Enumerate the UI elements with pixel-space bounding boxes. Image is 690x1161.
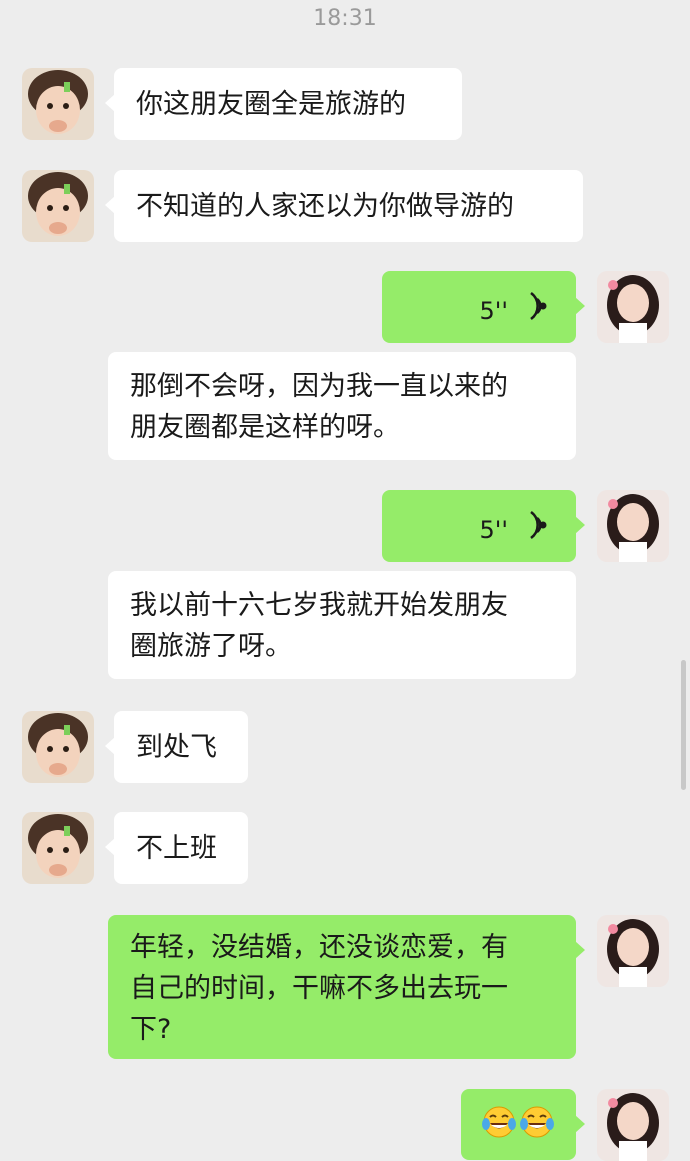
voice-message-bubble[interactable]: 5'' — [382, 271, 585, 343]
transcript-line: 朋友圈都是这样的呀。 — [130, 412, 400, 443]
message-line: 下? — [130, 1014, 172, 1045]
voice-message-bubble[interactable]: 5'' — [382, 490, 585, 562]
avatar-self[interactable] — [597, 490, 669, 562]
message-text: 你这朋友圈全是旅游的 — [136, 89, 406, 120]
avatar-self[interactable] — [597, 1089, 669, 1161]
status-time: 18:31 — [313, 6, 377, 31]
avatar-contact[interactable] — [22, 170, 94, 242]
message-text: 到处飞 — [136, 732, 217, 763]
voice-duration: 5'' — [479, 516, 508, 544]
voice-transcript: 那倒不会呀，因为我一直以来的 朋友圈都是这样的呀。 — [108, 352, 576, 460]
emoji-message-bubble[interactable] — [461, 1089, 585, 1160]
face-with-tears-of-joy-icon — [520, 1106, 554, 1138]
avatar-contact[interactable] — [22, 711, 94, 783]
message-line: 自己的时间，干嘛不多出去玩一 — [130, 973, 508, 1004]
message-bubble-received[interactable]: 你这朋友圈全是旅游的 — [105, 68, 462, 140]
avatar-contact[interactable] — [22, 812, 94, 884]
voice-duration: 5'' — [479, 297, 508, 325]
message-bubble-received[interactable]: 到处飞 — [105, 711, 248, 783]
avatar-self[interactable] — [597, 915, 669, 987]
message-text: 不上班 — [136, 833, 217, 864]
avatar-self[interactable] — [597, 271, 669, 343]
message-bubble-received[interactable]: 不上班 — [105, 812, 248, 884]
avatar-contact[interactable] — [22, 68, 94, 140]
voice-wave-icon — [530, 510, 547, 540]
scrollbar[interactable] — [681, 660, 686, 790]
voice-transcript: 我以前十六七岁我就开始发朋友 圈旅游了呀。 — [108, 571, 576, 679]
transcript-line: 我以前十六七岁我就开始发朋友 — [130, 590, 508, 621]
voice-wave-icon — [530, 291, 547, 321]
face-with-tears-of-joy-icon — [482, 1106, 516, 1138]
transcript-line: 那倒不会呀，因为我一直以来的 — [130, 371, 508, 402]
message-bubble-received[interactable]: 不知道的人家还以为你做导游的 — [105, 170, 583, 242]
message-bubble-sent[interactable]: 年轻，没结婚，还没谈恋爱，有 自己的时间，干嘛不多出去玩一 下? — [108, 915, 585, 1059]
message-line: 年轻，没结婚，还没谈恋爱，有 — [130, 932, 508, 963]
message-text: 不知道的人家还以为你做导游的 — [136, 191, 514, 222]
transcript-line: 圈旅游了呀。 — [130, 631, 292, 662]
